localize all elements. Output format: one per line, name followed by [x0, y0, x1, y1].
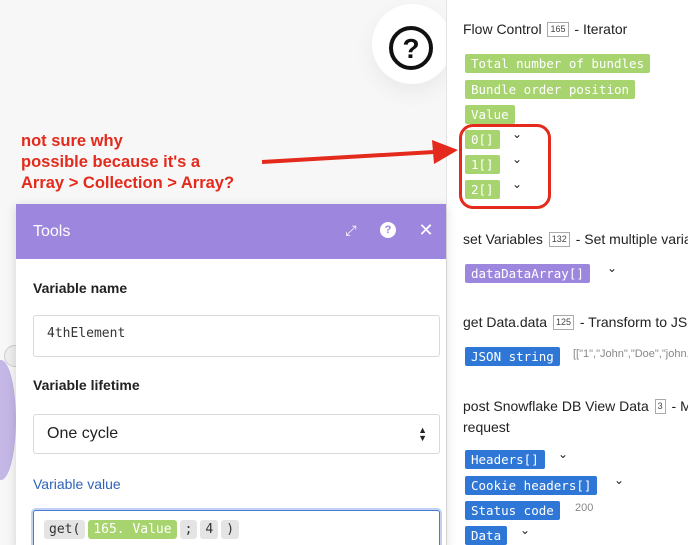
mapping-panel: Flow Control 165 - Iterator Total number…	[446, 0, 688, 545]
variable-name-input[interactable]: 4thElement	[33, 315, 440, 357]
module-title-set-variables: set Variables 132 - Set multiple varial	[463, 230, 688, 249]
screen: ? Flow Control 165 - Iterator Total numb…	[0, 0, 688, 545]
variable-value-label: Variable value	[33, 476, 121, 492]
module-title-iterator: Flow Control 165 - Iterator	[463, 20, 627, 39]
annotation-line: Array > Collection > Array?	[21, 174, 235, 192]
variable-value-input[interactable]: get(165. Value; 4)	[33, 510, 440, 545]
sample-value: [["1","John","Doe","john.c	[573, 348, 688, 360]
module-name: post Snowflake DB View Data	[463, 398, 649, 414]
select-arrows-icon: ▲ ▼	[418, 425, 427, 443]
module-desc: - M	[671, 398, 688, 414]
tools-dialog-header: Tools ⤢ ? ✕	[16, 204, 446, 259]
tools-dialog: Tools ⤢ ? ✕ Variable name 4thElement Var…	[16, 204, 446, 545]
function-close-token[interactable]: )	[221, 520, 240, 539]
module-name: get Data.data	[463, 314, 548, 330]
annotation-line: not sure why	[21, 132, 123, 150]
module-title-snowflake: post Snowflake DB View Data 3 - M	[463, 397, 688, 416]
chevron-down-icon[interactable]: ⌄	[614, 473, 624, 488]
mapping-chip-headers[interactable]: Headers[]	[465, 450, 545, 469]
dialog-title: Tools	[33, 223, 71, 240]
mapping-chip-value[interactable]: Value	[465, 105, 515, 124]
module-title-get-data: get Data.data 125 - Transform to JSON	[463, 313, 688, 332]
chevron-down-icon[interactable]: ⌄	[607, 261, 617, 276]
expand-icon[interactable]: ⤢	[342, 221, 360, 239]
variable-token[interactable]: 165. Value	[88, 520, 177, 539]
chevron-down-icon[interactable]: ⌄	[520, 523, 530, 538]
module-name: Flow Control	[463, 21, 542, 37]
annotation-circle	[459, 124, 551, 209]
mapping-chip-data-array[interactable]: dataDataArray[]	[465, 264, 590, 283]
module-id-badge: 165	[547, 22, 569, 37]
annotation-line: possible because it's a	[21, 153, 201, 171]
question-icon: ?	[389, 26, 433, 70]
argument-token[interactable]: 4	[200, 520, 219, 539]
function-token[interactable]: get(	[44, 520, 86, 539]
selected-option: One cycle	[47, 425, 119, 442]
annotation-text: not sure why possible because it's a Arr…	[21, 131, 234, 194]
mapping-chip-cookie-headers[interactable]: Cookie headers[]	[465, 476, 598, 495]
mapping-chip-data[interactable]: Data	[465, 526, 508, 545]
module-name: set Variables	[463, 231, 543, 247]
variable-lifetime-select[interactable]: One cycle ▲ ▼	[33, 414, 440, 454]
help-button[interactable]: ?	[372, 4, 452, 84]
variable-lifetime-label: Variable lifetime	[33, 377, 140, 393]
variable-name-label: Variable name	[33, 280, 128, 296]
module-desc: - Iterator	[574, 21, 628, 37]
close-icon[interactable]: ✕	[417, 221, 435, 239]
sample-value: 200	[575, 502, 594, 514]
mapping-chip-status-code[interactable]: Status code	[465, 501, 560, 520]
separator-token[interactable]: ;	[179, 520, 198, 539]
info-icon[interactable]: ?	[380, 222, 396, 238]
module-desc: - Set multiple varial	[575, 231, 688, 247]
module-title-line2: request	[463, 419, 510, 435]
chevron-down-icon[interactable]: ⌄	[558, 447, 568, 462]
mapping-chip-json-string[interactable]: JSON string	[465, 347, 560, 366]
mapping-chip-bundle-position[interactable]: Bundle order position	[465, 80, 636, 99]
mapping-chip-total-bundles[interactable]: Total number of bundles	[465, 54, 651, 73]
module-id-badge: 3	[654, 399, 666, 414]
module-id-badge: 132	[548, 232, 570, 247]
module-desc: - Transform to JSON	[579, 314, 688, 330]
module-id-badge: 125	[552, 315, 574, 330]
